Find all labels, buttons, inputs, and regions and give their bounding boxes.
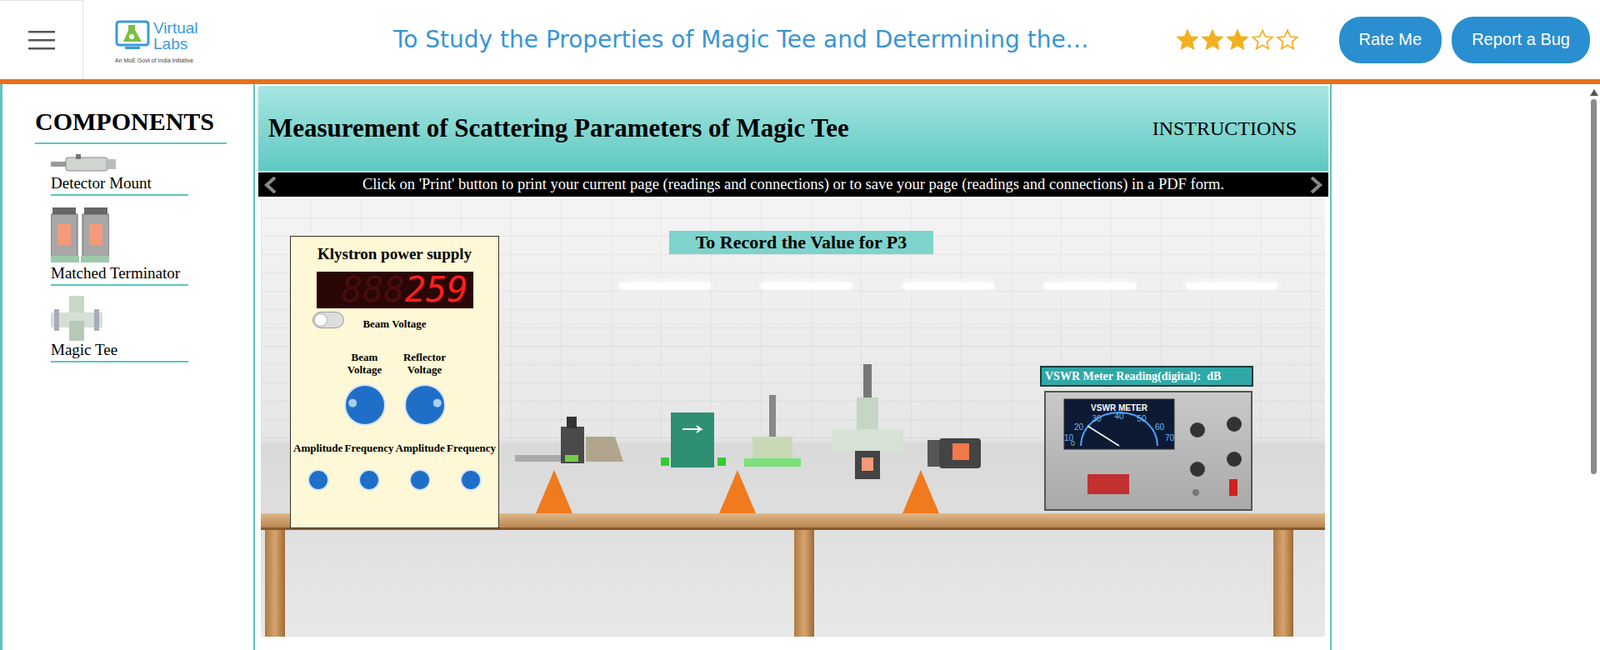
small-knob[interactable] [409, 469, 431, 491]
small-knob-label: Amplitude [395, 442, 445, 455]
rating-stars[interactable] [1175, 28, 1300, 52]
header-button[interactable]: Report a Bug [1451, 16, 1590, 64]
simulation-header: Measurement of Scattering Parameters of … [258, 85, 1329, 171]
knob[interactable] [344, 384, 386, 426]
svg-text:50: 50 [1136, 414, 1147, 424]
klystron-title: Klystron power supply [317, 245, 472, 264]
flask-logo-icon [115, 16, 150, 55]
stand [535, 470, 573, 514]
step-label: To Record the Value for P3 [669, 230, 934, 255]
left-arrow-icon[interactable] [263, 176, 279, 194]
logo-line2: Labs [153, 35, 199, 52]
logo[interactable]: VirtualLabs An MoE Govt of India Initiati… [115, 16, 215, 64]
detector[interactable] [927, 435, 995, 475]
svg-text:30: 30 [1092, 414, 1103, 424]
attenuator[interactable] [735, 395, 811, 482]
klystron-mount[interactable] [515, 411, 632, 482]
component-item[interactable]: Matched Terminator [50, 205, 254, 286]
logo-tagline: An MoE Govt of India Initiative [115, 57, 194, 64]
vswr-reading: VSWR Meter Reading(digital): dB [1040, 365, 1254, 387]
star-icon[interactable] [1250, 28, 1275, 52]
scroll-up-icon[interactable] [1590, 89, 1599, 96]
header-button[interactable]: Rate Me [1339, 16, 1443, 64]
detector-mount-icon [50, 154, 118, 175]
svg-text:60: 60 [1155, 422, 1165, 432]
vswr-meter: VSWR METER102030405060700 [1044, 390, 1253, 511]
svg-text:40: 40 [1114, 411, 1125, 421]
instructions-link[interactable]: INSTRUCTIONS [1152, 117, 1297, 140]
ticker: Click on 'Print' button to print your cu… [258, 172, 1329, 197]
knob-label: Beam Voltage [339, 351, 391, 376]
component-label: Detector Mount [50, 174, 189, 196]
knob[interactable] [404, 384, 446, 426]
lab-scene: To Record the Value for P3 Klystron power… [260, 199, 1325, 637]
svg-text:70: 70 [1165, 433, 1175, 443]
small-knob[interactable] [460, 469, 482, 491]
header: VirtualLabs An MoE Govt of India Initiati… [0, 0, 1600, 85]
hamburger-icon[interactable] [28, 30, 55, 50]
magic-tee[interactable] [831, 364, 907, 485]
small-knob[interactable] [307, 469, 330, 491]
small-knob-label: Frequency [344, 442, 394, 455]
scroll-thumb[interactable] [1590, 99, 1597, 475]
logo-line1: Virtual [153, 20, 199, 36]
right-arrow-icon[interactable] [1308, 176, 1324, 194]
small-knob-label: Amplitude [293, 442, 343, 455]
scrollbar[interactable] [1587, 89, 1600, 650]
components-heading: COMPONENTS [35, 107, 227, 145]
star-icon[interactable] [1175, 28, 1200, 52]
star-icon[interactable] [1225, 28, 1250, 52]
isolator[interactable] [660, 412, 728, 475]
components-panel: COMPONENTS Detector Mount Matched Terminat… [0, 84, 255, 650]
beam-voltage-display: 888259 [316, 271, 474, 309]
simulation-title: Measurement of Scattering Parameters of … [268, 113, 850, 144]
page: VirtualLabs An MoE Govt of India Initiati… [0, 0, 1600, 650]
star-icon[interactable] [1275, 28, 1300, 52]
simulation: Measurement of Scattering Parameters of … [258, 84, 1332, 650]
component-label: Matched Terminator [50, 264, 189, 286]
component-label: Magic Tee [50, 340, 189, 363]
small-knob[interactable] [358, 469, 380, 491]
svg-text:20: 20 [1074, 422, 1085, 432]
display-label: Beam Voltage [362, 318, 426, 330]
small-knob-label: Frequency [446, 442, 496, 455]
matched-terminator-icon [50, 205, 110, 265]
stand [902, 470, 940, 514]
power-switch[interactable] [312, 311, 345, 329]
knob-label: Reflector Voltage [399, 351, 451, 376]
svg-text:0: 0 [1070, 439, 1075, 448]
stand [719, 470, 756, 514]
menu-button[interactable] [0, 0, 84, 80]
component-item[interactable]: Detector Mount [50, 154, 254, 196]
magic-tee-icon [50, 295, 103, 341]
page-title: To Study the Properties of Magic Tee and… [215, 25, 1176, 54]
star-icon[interactable] [1200, 28, 1225, 52]
ticker-text: Click on 'Print' button to print your cu… [362, 175, 1225, 194]
component-item[interactable]: Magic Tee [50, 295, 254, 363]
klystron-power-supply: Klystron power supply 888259 Beam Voltage B… [290, 235, 500, 529]
